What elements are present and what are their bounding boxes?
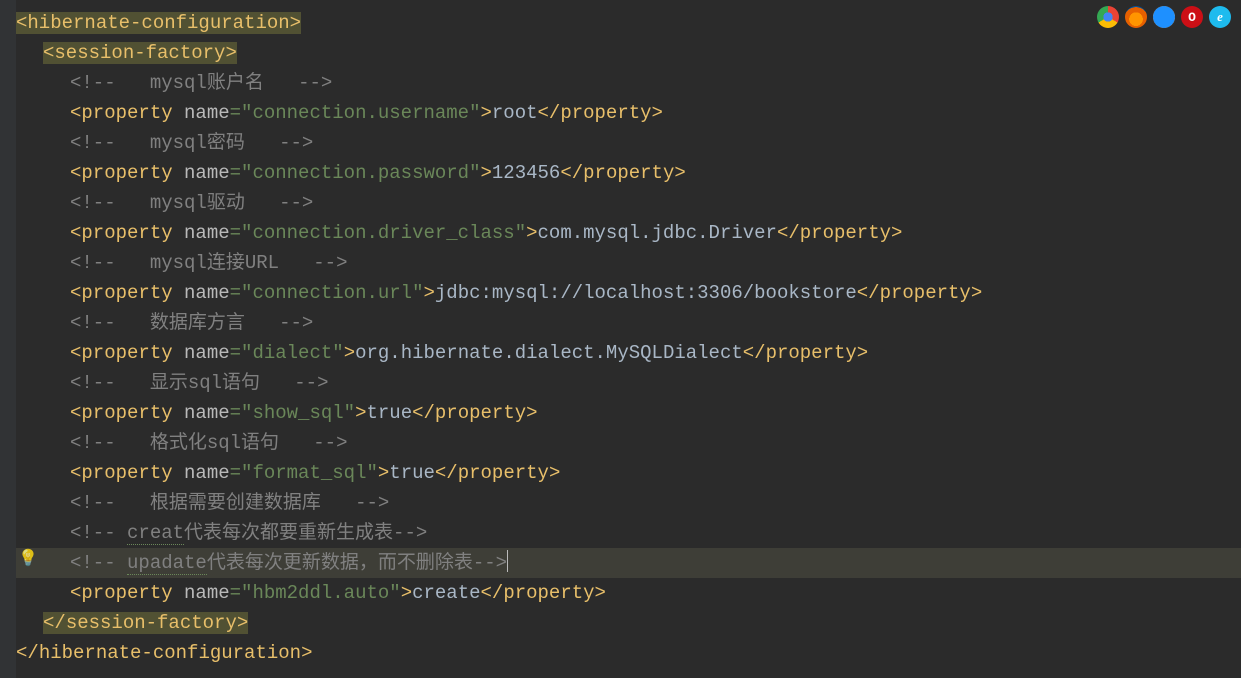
attr-value: dialect	[252, 342, 332, 364]
code-line[interactable]: <!-- 格式化sql语句 -->	[16, 428, 1241, 458]
attr-value: connection.url	[252, 282, 412, 304]
tag-name: session-factory	[66, 612, 237, 634]
property-value: org.hibernate.dialect.MySQLDialect	[355, 342, 743, 364]
code-line[interactable]: <!-- mysql连接URL -->	[16, 248, 1241, 278]
property-value: create	[412, 582, 480, 604]
code-line[interactable]: <property name="connection.driver_class"…	[16, 218, 1241, 248]
attr-value: hbm2ddl.auto	[252, 582, 389, 604]
code-line[interactable]: </hibernate-configuration>	[16, 638, 1241, 668]
code-line-active[interactable]: <!-- upadate代表每次更新数据，而不删除表-->	[16, 548, 1241, 578]
comment-open: <!--	[70, 72, 116, 94]
attr-value: connection.password	[252, 162, 469, 184]
tag-name: session-factory	[54, 42, 225, 64]
comment-text: 显示sql语句	[150, 372, 260, 394]
comment-close: -->	[298, 72, 332, 94]
property-value: root	[492, 102, 538, 124]
comment-text: mysql驱动	[150, 192, 245, 214]
code-line[interactable]: </session-factory>	[16, 608, 1241, 638]
property-value: true	[389, 462, 435, 484]
code-line[interactable]: <property name="connection.password">123…	[16, 158, 1241, 188]
comment-text: 代表每次更新数据，而不删除表	[207, 552, 473, 574]
code-line[interactable]: <!-- creat代表每次都要重新生成表-->	[16, 518, 1241, 548]
code-line[interactable]: <!-- 显示sql语句 -->	[16, 368, 1241, 398]
tag-name: hibernate-configuration	[39, 642, 301, 664]
property-value: true	[366, 402, 412, 424]
tag-name: property	[81, 102, 172, 124]
code-line[interactable]: <hibernate-configuration>	[16, 8, 1241, 38]
code-line[interactable]: <!-- 根据需要创建数据库 -->	[16, 488, 1241, 518]
code-line[interactable]: <property name="hbm2ddl.auto">create</pr…	[16, 578, 1241, 608]
property-value: jdbc:mysql://localhost:3306/bookstore	[435, 282, 857, 304]
code-line[interactable]: <!-- 数据库方言 -->	[16, 308, 1241, 338]
code-line[interactable]: <property name="format_sql">true</proper…	[16, 458, 1241, 488]
comment-text: 数据库方言	[150, 312, 245, 334]
code-line[interactable]: <!-- mysql账户名 -->	[16, 68, 1241, 98]
attr-value: show_sql	[252, 402, 343, 424]
text-caret	[507, 550, 508, 572]
tag-name: hibernate-configuration	[27, 12, 289, 34]
property-value: 123456	[492, 162, 560, 184]
code-line[interactable]: <session-factory>	[16, 38, 1241, 68]
code-line[interactable]: <property name="connection.username">roo…	[16, 98, 1241, 128]
comment-text: mysql账户名	[150, 72, 264, 94]
comment-text: 格式化sql语句	[150, 432, 279, 454]
typo-word: creat	[127, 522, 184, 545]
code-line[interactable]: <!-- mysql密码 -->	[16, 128, 1241, 158]
typo-word: upadate	[127, 552, 207, 575]
comment-text: 代表每次都要重新生成表	[184, 522, 393, 544]
attr-value: format_sql	[252, 462, 366, 484]
attr-value: connection.driver_class	[252, 222, 514, 244]
code-line[interactable]: <property name="dialect">org.hibernate.d…	[16, 338, 1241, 368]
attr-name: name	[184, 102, 230, 124]
property-value: com.mysql.jdbc.Driver	[538, 222, 777, 244]
code-line[interactable]: <property name="show_sql">true</property…	[16, 398, 1241, 428]
comment-text: mysql连接URL	[150, 252, 279, 274]
code-line[interactable]: <!-- mysql驱动 -->	[16, 188, 1241, 218]
comment-text: mysql密码	[150, 132, 245, 154]
code-line[interactable]: <property name="connection.url">jdbc:mys…	[16, 278, 1241, 308]
code-editor[interactable]: <hibernate-configuration> <session-facto…	[0, 0, 1241, 676]
attr-value: connection.username	[252, 102, 469, 124]
comment-text: 根据需要创建数据库	[150, 492, 321, 514]
